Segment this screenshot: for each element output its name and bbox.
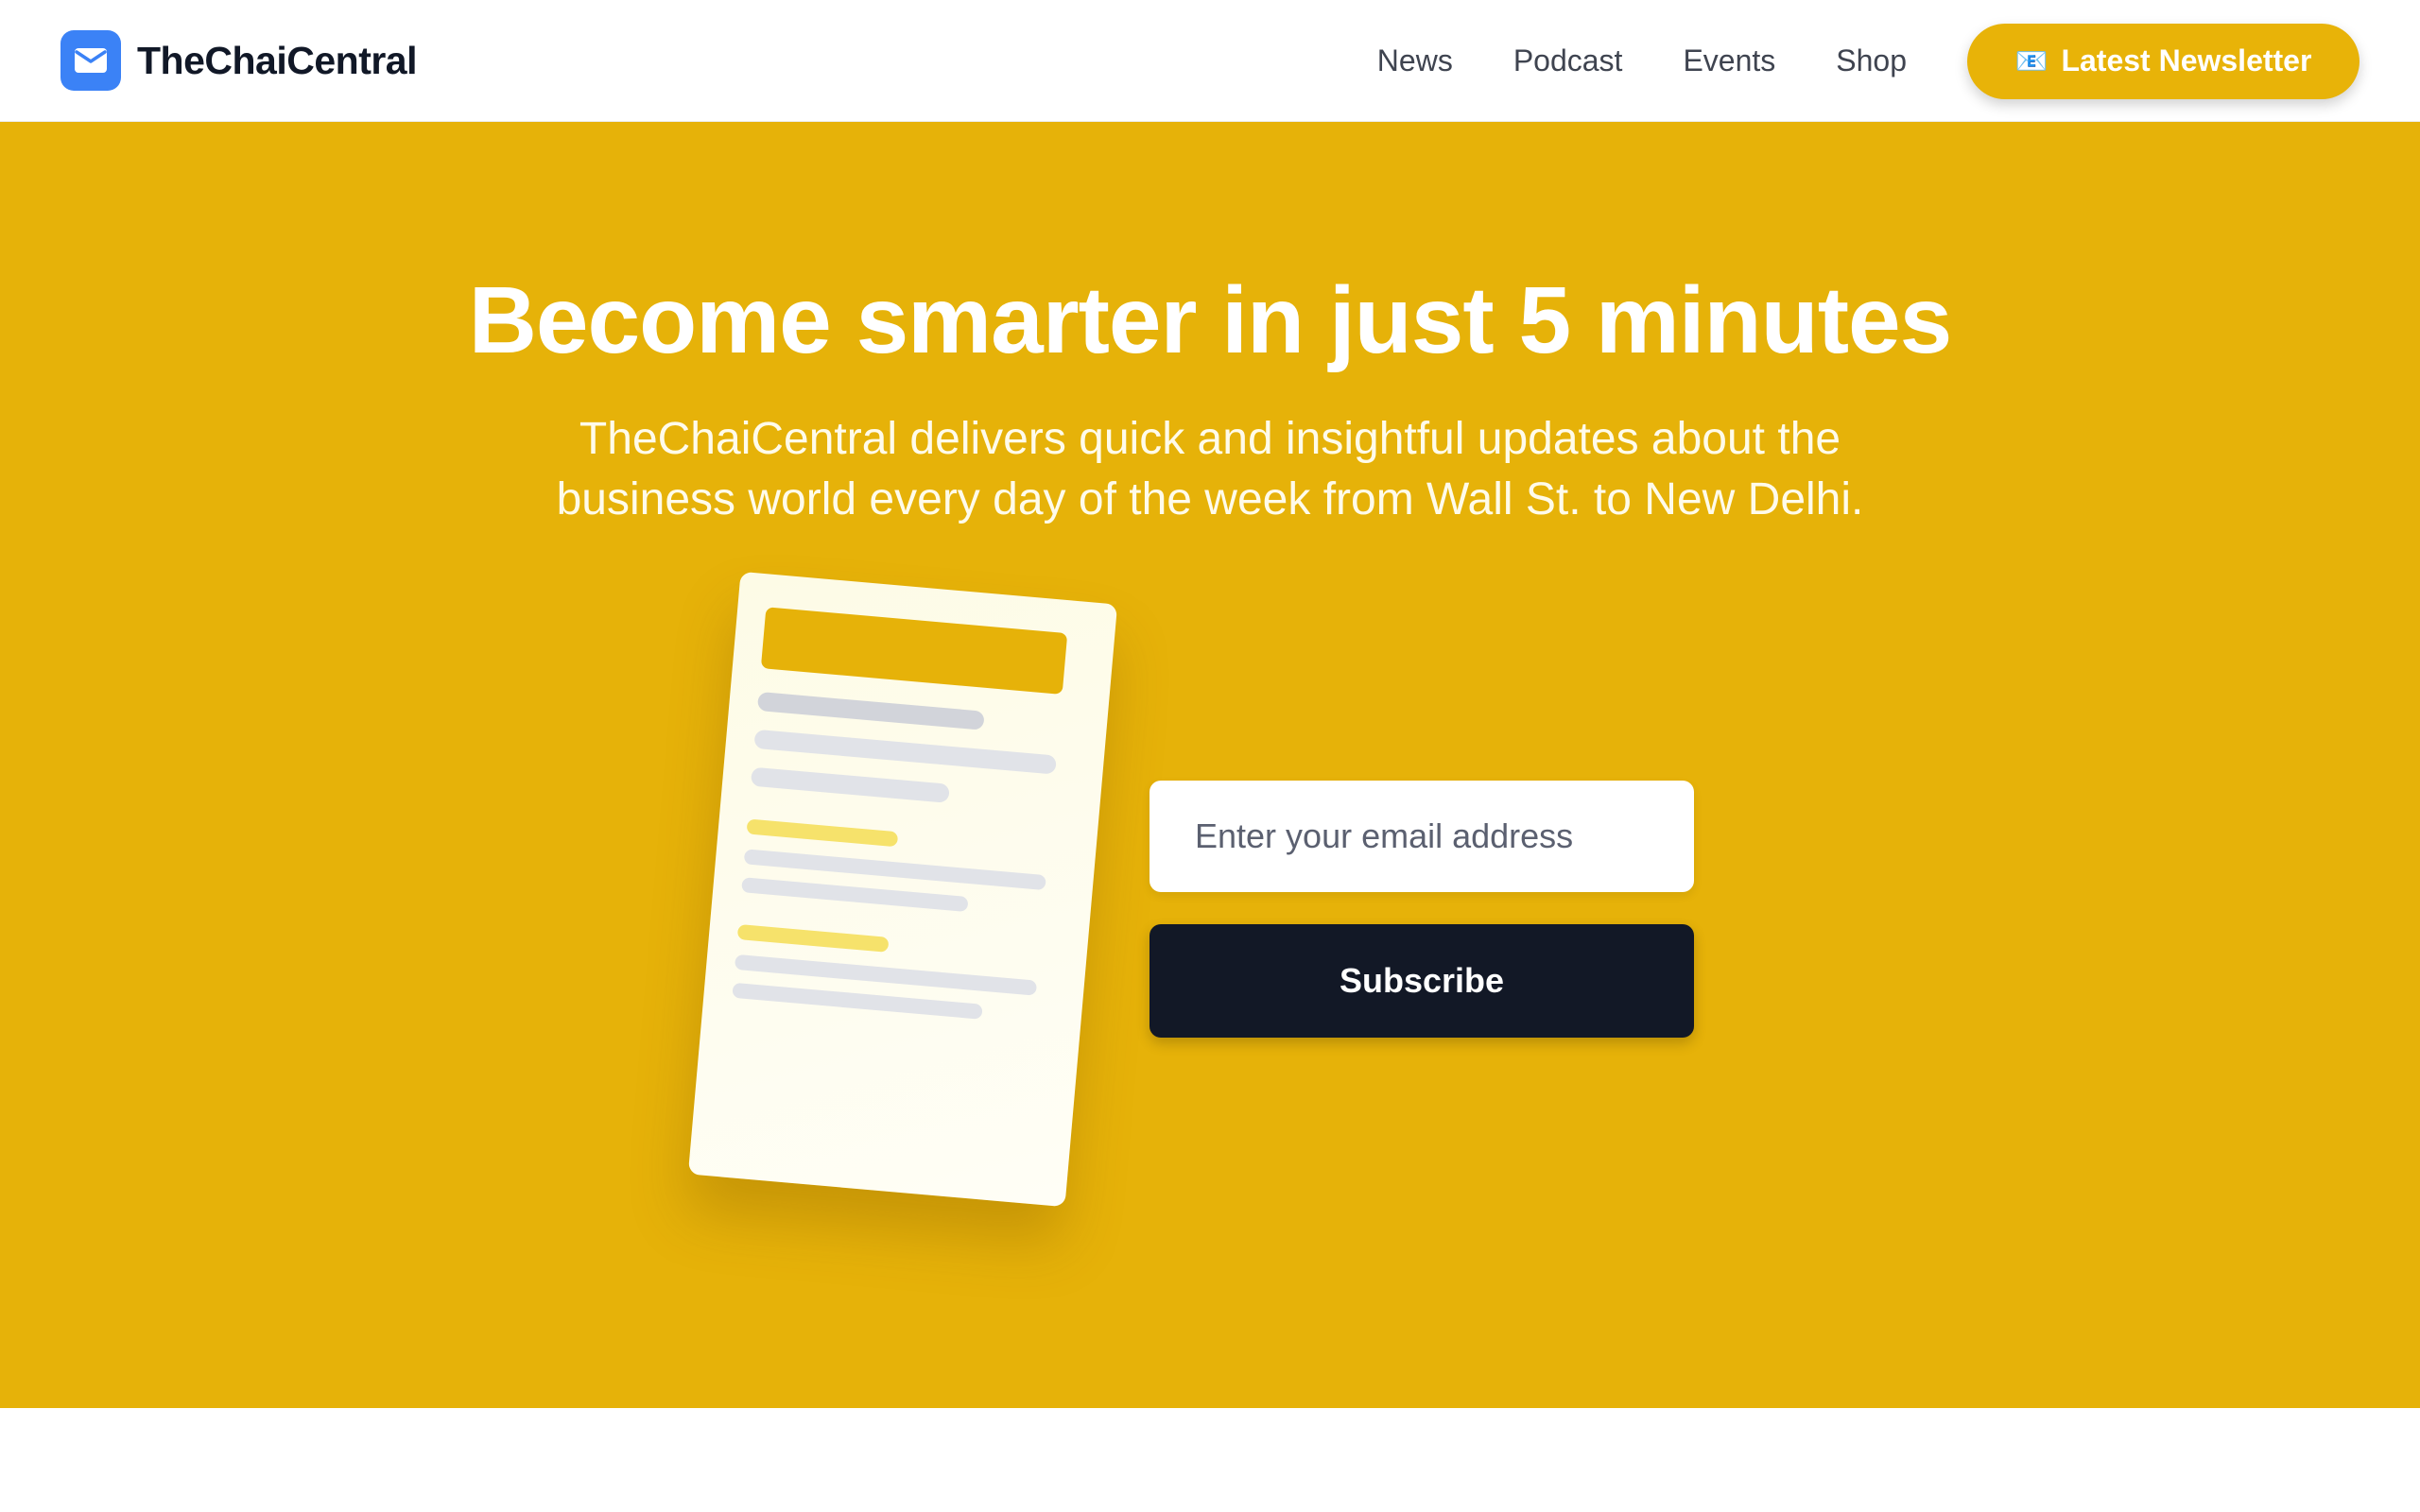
illustration-line bbox=[741, 877, 969, 913]
illustration-line bbox=[750, 766, 950, 803]
main-nav: News Podcast Events Shop 📧 Latest Newsle… bbox=[1377, 0, 2420, 122]
hero-section: Become smarter in just 5 minutes TheChai… bbox=[0, 122, 2420, 1408]
illustration-highlight-line bbox=[746, 818, 899, 848]
nav-link-shop[interactable]: Shop bbox=[1836, 43, 1907, 78]
latest-newsletter-label: Latest Newsletter bbox=[2061, 43, 2312, 77]
latest-newsletter-button[interactable]: 📧 Latest Newsletter bbox=[1967, 23, 2360, 99]
illustration-highlight-line bbox=[736, 923, 890, 953]
newsletter-illustration bbox=[687, 571, 1118, 1208]
brand-name: TheChaiCentral bbox=[137, 38, 418, 82]
hero-subtitle: TheChaiCentral delivers quick and insigh… bbox=[556, 414, 1864, 524]
illustration-header-block bbox=[760, 607, 1068, 695]
newspaper-icon: 📧 bbox=[2014, 45, 2048, 77]
brand-logo-link[interactable]: TheChaiCentral bbox=[60, 30, 418, 91]
below-hero-area bbox=[0, 1408, 2420, 1512]
nav-link-news[interactable]: News bbox=[1377, 43, 1453, 78]
illustration-line bbox=[756, 691, 985, 730]
subscribe-button[interactable]: Subscribe bbox=[1150, 924, 1694, 1038]
illustration-line bbox=[753, 729, 1057, 775]
mail-icon bbox=[60, 30, 121, 91]
nav-link-podcast[interactable]: Podcast bbox=[1513, 43, 1623, 78]
hero-title: Become smarter in just 5 minutes bbox=[468, 267, 1953, 373]
illustration-line bbox=[732, 982, 983, 1020]
email-input[interactable] bbox=[1150, 781, 1694, 892]
site-header: TheChaiCentral News Podcast Events Shop … bbox=[0, 0, 2420, 122]
nav-link-events[interactable]: Events bbox=[1683, 43, 1775, 78]
